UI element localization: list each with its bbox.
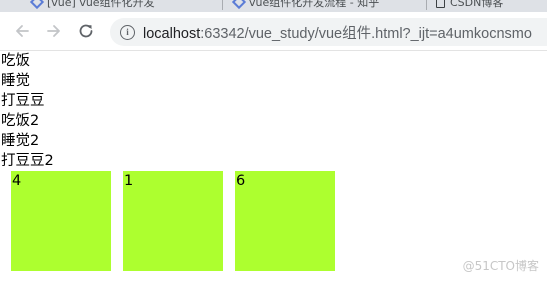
browser-tab-3[interactable]: CSDN博客 — [436, 0, 547, 10]
arrow-right-icon — [47, 25, 60, 37]
list-item: 打豆豆2 — [1, 153, 54, 169]
tab-strip: [vue] vue组件化开发 vue组件化开发流程 - 知乎 CSDN博客 — [0, 0, 547, 12]
arrow-left-icon — [16, 25, 29, 37]
number-box: 1 — [123, 171, 223, 271]
number-box: 6 — [235, 171, 335, 271]
forward-button[interactable] — [43, 20, 65, 42]
browser-tab-1[interactable]: [vue] vue组件化开发 — [30, 0, 190, 10]
browser-tab-2[interactable]: vue组件化开发流程 - 知乎 — [232, 0, 402, 10]
vue-icon — [232, 0, 247, 10]
reload-button[interactable] — [75, 20, 97, 42]
list-item: 吃饭 — [1, 53, 30, 69]
vue-icon — [30, 0, 45, 10]
list-item: 吃饭2 — [1, 113, 40, 129]
number-box: 4 — [11, 171, 111, 271]
page-content: 吃饭 睡觉 打豆豆 吃饭2 睡觉2 打豆豆2 4 1 6 — [0, 51, 547, 284]
url-text: localhost:63342/vue_study/vue组件.html?_ij… — [143, 22, 532, 43]
tab-title: CSDN博客 — [450, 0, 504, 9]
list-item: 睡觉 — [1, 73, 30, 89]
doc-icon — [436, 0, 445, 8]
list-item: 睡觉2 — [1, 133, 40, 149]
address-bar[interactable]: i localhost:63342/vue_study/vue组件.html?_… — [110, 18, 547, 46]
tab-separator — [222, 0, 223, 10]
tab-title: [vue] vue组件化开发 — [47, 0, 155, 9]
watermark: @51CTO博客 — [462, 259, 539, 273]
back-button[interactable] — [11, 20, 33, 42]
tab-title: vue组件化开发流程 - 知乎 — [249, 0, 380, 9]
list-item: 打豆豆 — [1, 93, 45, 109]
url-host: localhost — [143, 25, 201, 42]
tab-separator — [426, 0, 427, 10]
browser-toolbar: i localhost:63342/vue_study/vue组件.html?_… — [0, 12, 547, 51]
info-icon[interactable]: i — [120, 24, 135, 40]
url-path: :63342/vue_study/vue组件.html?_ijt=a4umkoc… — [200, 25, 532, 42]
box-row: 4 1 6 — [0, 171, 547, 271]
reload-icon — [79, 24, 93, 38]
